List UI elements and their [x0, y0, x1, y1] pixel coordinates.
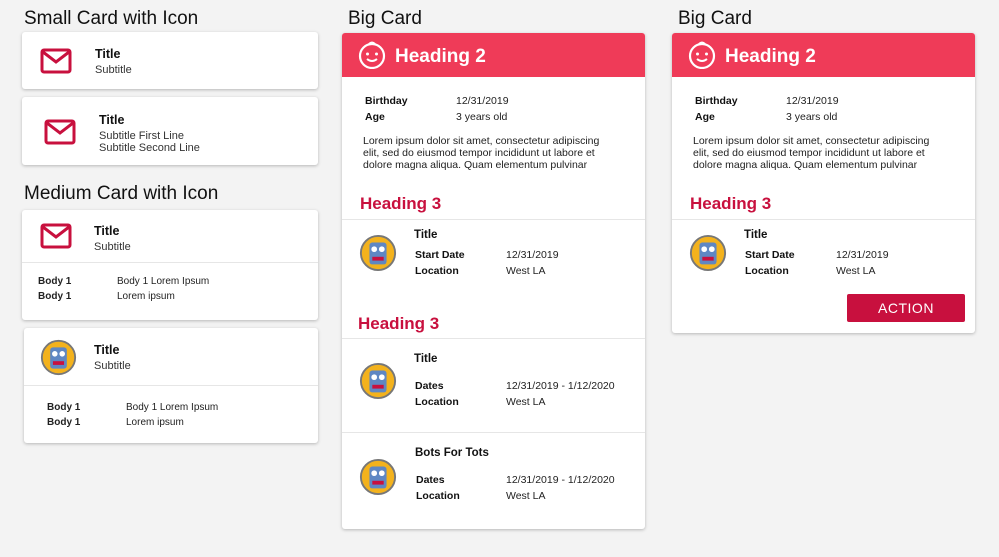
- birthday-label: Birthday: [365, 95, 408, 107]
- body-row-label: Body 1: [47, 402, 81, 413]
- item-title: Title: [744, 229, 768, 241]
- age-value: 3 years old: [786, 111, 838, 123]
- item-value: 12/31/2019: [506, 249, 559, 261]
- item-key: Dates: [415, 380, 444, 392]
- item-key: Dates: [416, 474, 445, 486]
- section-title-small-card: Small Card with Icon: [24, 8, 199, 29]
- card-divider: [342, 338, 645, 339]
- small-card-1[interactable]: Title Subtitle: [22, 32, 318, 89]
- robot-avatar-icon: [689, 234, 727, 277]
- robot-avatar-icon: [40, 339, 77, 381]
- mail-icon: [44, 119, 76, 150]
- item-value: 12/31/2019 - 1/12/2020: [506, 380, 615, 392]
- section-title-big-card-1: Big Card: [348, 8, 422, 29]
- body-row-label: Body 1: [47, 417, 81, 428]
- body-row-value: Lorem ipsum: [117, 291, 175, 302]
- body-row-value: Body 1 Lorem Ipsum: [117, 276, 210, 287]
- robot-avatar-icon: [359, 234, 397, 277]
- mail-icon: [40, 223, 72, 254]
- body-paragraph-line-1: Lorem ipsum dolor sit amet, consectetur …: [363, 135, 600, 147]
- card-divider: [672, 219, 975, 220]
- robot-avatar-icon: [359, 362, 397, 405]
- birthday-value: 12/31/2019: [786, 95, 839, 107]
- body-row-label: Body 1: [38, 291, 72, 302]
- card-divider: [342, 432, 645, 433]
- card-heading-3: Heading 3: [360, 194, 442, 213]
- card-divider: [342, 219, 645, 220]
- item-key: Location: [415, 396, 459, 408]
- item-key: Location: [416, 490, 460, 502]
- medium-card-2[interactable]: Title Subtitle Body 1 Body 1 Lorem Ipsum…: [24, 328, 318, 443]
- age-label: Age: [365, 111, 385, 123]
- birthday-value: 12/31/2019: [456, 95, 509, 107]
- card-heading-2: Heading 2: [725, 46, 816, 67]
- robot-avatar-icon: [359, 458, 397, 501]
- card-header: Heading 2: [342, 33, 645, 77]
- section-title-big-card-2: Big Card: [678, 8, 752, 29]
- item-key: Location: [745, 265, 789, 277]
- item-key: Start Date: [415, 249, 465, 261]
- card-title: Title: [99, 113, 125, 127]
- body-row-label: Body 1: [38, 276, 72, 287]
- item-value: West LA: [836, 265, 876, 277]
- item-title: Title: [414, 229, 438, 241]
- body-paragraph-line-2: elit, sed do eiusmod tempor incididunt u…: [363, 147, 595, 159]
- card-title: Title: [95, 47, 121, 61]
- card-header: Heading 2: [672, 33, 975, 77]
- section-title-medium-card: Medium Card with Icon: [24, 183, 219, 204]
- mail-icon: [40, 48, 72, 79]
- card-subtitle: Subtitle: [94, 360, 131, 372]
- baby-face-icon: [357, 41, 387, 74]
- big-card-2[interactable]: Heading 2 Birthday 12/31/2019 Age 3 year…: [672, 33, 975, 333]
- body-paragraph-line-1: Lorem ipsum dolor sit amet, consectetur …: [693, 135, 930, 147]
- item-value: West LA: [506, 396, 546, 408]
- big-card-1[interactable]: Heading 2 Birthday 12/31/2019 Age 3 year…: [342, 33, 645, 529]
- baby-face-icon: [687, 41, 717, 74]
- item-value: 12/31/2019: [836, 249, 889, 261]
- item-key: Location: [415, 265, 459, 277]
- item-value: West LA: [506, 265, 546, 277]
- card-subtitle: Subtitle: [95, 64, 132, 76]
- body-paragraph-line-3: dolore magna aliqua. Quam elementum pulv…: [363, 159, 588, 171]
- card-subtitle-line-2: Subtitle Second Line: [99, 142, 200, 154]
- birthday-label: Birthday: [695, 95, 738, 107]
- item-title: Title: [414, 353, 438, 365]
- card-divider: [24, 385, 318, 386]
- body-row-value: Body 1 Lorem Ipsum: [126, 402, 219, 413]
- item-value: West LA: [506, 490, 546, 502]
- card-divider: [22, 262, 318, 263]
- card-heading-3: Heading 3: [690, 194, 772, 213]
- card-heading-2: Heading 2: [395, 46, 486, 67]
- body-paragraph-line-2: elit, sed do eiusmod tempor incididunt u…: [693, 147, 925, 159]
- item-title: Bots For Tots: [415, 447, 489, 459]
- card-heading-3: Heading 3: [358, 314, 440, 333]
- body-row-value: Lorem ipsum: [126, 417, 184, 428]
- item-value: 12/31/2019 - 1/12/2020: [506, 474, 615, 486]
- card-subtitle: Subtitle: [94, 241, 131, 253]
- card-title: Title: [94, 343, 120, 357]
- card-subtitle-line-1: Subtitle First Line: [99, 130, 184, 142]
- age-value: 3 years old: [456, 111, 508, 123]
- item-key: Start Date: [745, 249, 795, 261]
- action-button[interactable]: ACTION: [847, 294, 965, 322]
- age-label: Age: [695, 111, 715, 123]
- small-card-2[interactable]: Title Subtitle First Line Subtitle Secon…: [22, 97, 318, 165]
- medium-card-1[interactable]: Title Subtitle Body 1 Body 1 Lorem Ipsum…: [22, 210, 318, 320]
- body-paragraph-line-3: dolore magna aliqua. Quam elementum pulv…: [693, 159, 918, 171]
- card-title: Title: [94, 224, 120, 238]
